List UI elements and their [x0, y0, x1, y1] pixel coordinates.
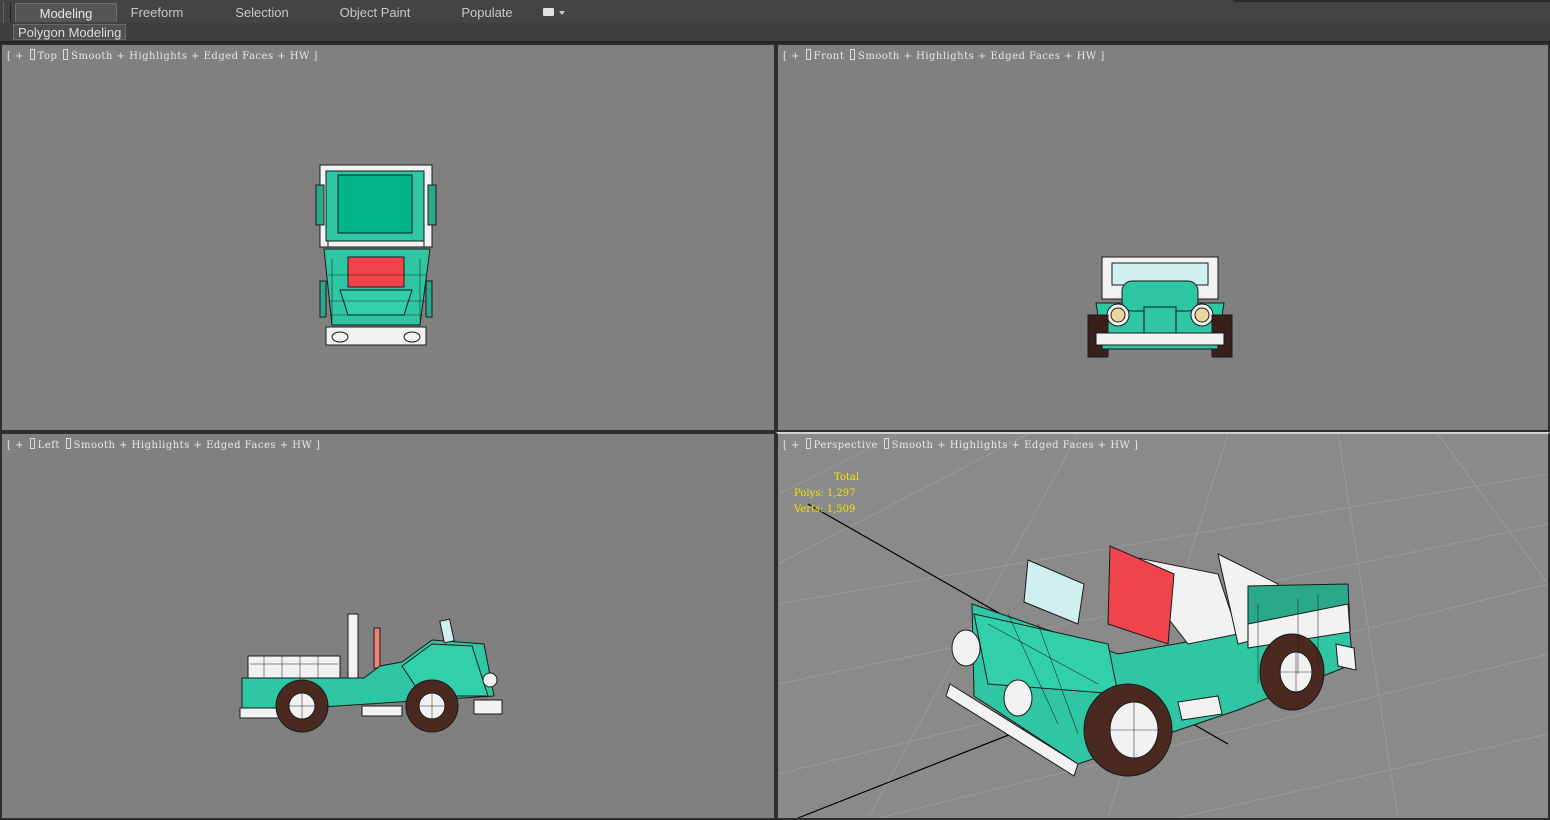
viewport-label-left[interactable]: [ + Left Smooth + Highlights + Edged Fac…: [7, 438, 320, 451]
verts-value: 1,509: [826, 504, 856, 515]
ribbon-panel: Polygon Modeling: [0, 23, 1550, 43]
tab-populate[interactable]: Populate: [450, 3, 524, 22]
stats-total-label: Total: [834, 472, 860, 483]
shading-mode: Smooth + Highlights + Edged Faces + HW: [858, 51, 1097, 62]
verts-label: Verts:: [794, 504, 824, 515]
shading-mode: Smooth + Highlights + Edged Faces + HW: [73, 440, 313, 451]
shading-mode: Smooth + Highlights + Edged Faces + HW: [891, 440, 1131, 451]
viewport-perspective[interactable]: [ + Perspective Smooth + Highlights + Ed…: [776, 432, 1550, 820]
tab-selection[interactable]: Selection: [222, 3, 302, 22]
car-model-front-view[interactable]: [778, 45, 1548, 430]
tab-object-paint[interactable]: Object Paint: [333, 3, 417, 22]
polys-label: Polys:: [794, 488, 824, 499]
tab-modeling[interactable]: Modeling: [15, 3, 117, 22]
shading-mode: Smooth + Highlights + Edged Faces + HW: [71, 51, 310, 62]
ribbon-options-icon: [543, 8, 554, 16]
viewport-label-perspective[interactable]: [ + Perspective Smooth + Highlights + Ed…: [783, 438, 1138, 451]
ribbon-tab-bar: Modeling Freeform Selection Object Paint…: [0, 0, 1550, 40]
viewport-front[interactable]: [ + Front Smooth + Highlights + Edged Fa…: [776, 43, 1550, 432]
view-name: Perspective: [813, 440, 878, 451]
chevron-down-icon: [559, 11, 565, 15]
scene-statistics: Total Polys: 1,297 Verts: 1,509: [794, 470, 859, 518]
car-model-perspective-view[interactable]: [778, 434, 1548, 818]
view-name: Left: [37, 440, 60, 451]
car-model-top-view[interactable]: [2, 45, 774, 430]
viewport-left[interactable]: [ + Left Smooth + Highlights + Edged Fac…: [0, 432, 776, 820]
viewport-top[interactable]: [ + Top Smooth + Highlights + Edged Face…: [0, 43, 776, 432]
viewport-label-top[interactable]: [ + Top Smooth + Highlights + Edged Face…: [7, 49, 318, 62]
viewport-label-front[interactable]: [ + Front Smooth + Highlights + Edged Fa…: [783, 49, 1105, 62]
polygon-modeling-panel-button[interactable]: Polygon Modeling: [13, 24, 127, 40]
stats-polys: Polys: 1,297: [794, 486, 859, 502]
ribbon-edge: [1233, 0, 1550, 2]
stats-verts: Verts: 1,509: [794, 502, 859, 518]
car-model-left-view[interactable]: [2, 434, 774, 818]
polys-value: 1,297: [826, 488, 856, 499]
ribbon-options-dropdown[interactable]: [543, 5, 567, 20]
view-name: Front: [813, 51, 845, 62]
tab-freeform[interactable]: Freeform: [117, 3, 197, 22]
view-name: Top: [37, 51, 58, 62]
